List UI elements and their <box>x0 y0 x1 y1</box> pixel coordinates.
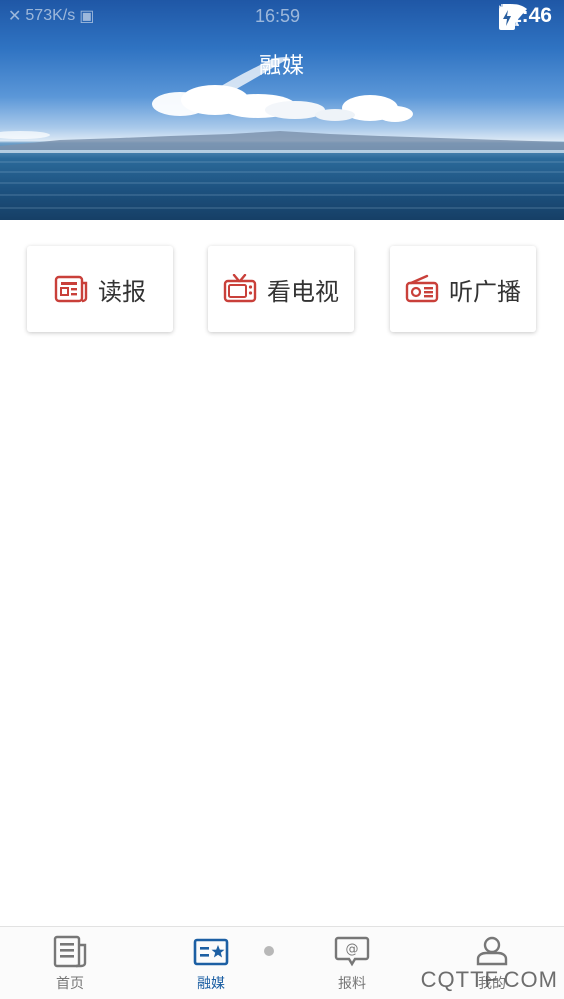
screen: ✕ 573K/s ▣ 16:59 11:46 融媒 读报 看电视 听广播 首页 … <box>0 0 564 999</box>
card-label: 听广播 <box>449 277 521 306</box>
listen-radio-card[interactable]: 听广播 <box>390 246 536 332</box>
nav-label: 报料 <box>338 976 366 992</box>
nav-home[interactable]: 首页 <box>30 935 110 993</box>
newspaper-icon <box>54 275 88 303</box>
card-label: 读报 <box>98 277 146 306</box>
nav-label: 首页 <box>56 976 84 992</box>
news-doc-icon <box>53 935 87 968</box>
overlay-time: 16:59 <box>255 6 301 26</box>
nav-report[interactable]: @ 报料 <box>312 935 392 993</box>
status-left: ✕ 573K/s ▣ <box>8 6 94 26</box>
radio-icon <box>405 274 439 303</box>
notification-dot <box>264 946 274 956</box>
battery-charging-icon <box>499 4 516 30</box>
media-star-icon <box>193 938 229 966</box>
nav-label: 融媒 <box>197 976 225 992</box>
header-banner: ✕ 573K/s ▣ 16:59 11:46 融媒 <box>0 0 564 220</box>
net-speed: 573K/s <box>25 7 76 24</box>
nav-media[interactable]: 融媒 <box>171 935 251 993</box>
feature-cards: 读报 看电视 听广播 <box>0 246 564 334</box>
image-icon: ▣ <box>79 8 95 25</box>
close-icon: ✕ <box>8 8 22 25</box>
watermark: CQTTF.COM <box>420 967 558 992</box>
watch-tv-card[interactable]: 看电视 <box>208 246 354 332</box>
status-right: 11:46 <box>499 4 552 30</box>
card-label: 看电视 <box>267 277 339 306</box>
read-newspaper-card[interactable]: 读报 <box>27 246 173 332</box>
svg-text:@: @ <box>346 942 359 957</box>
at-message-icon: @ <box>334 936 370 967</box>
page-title: 融媒 <box>258 54 305 79</box>
user-icon <box>476 936 508 966</box>
tv-icon <box>223 274 257 303</box>
status-bar: ✕ 573K/s ▣ 16:59 11:46 <box>0 0 564 36</box>
